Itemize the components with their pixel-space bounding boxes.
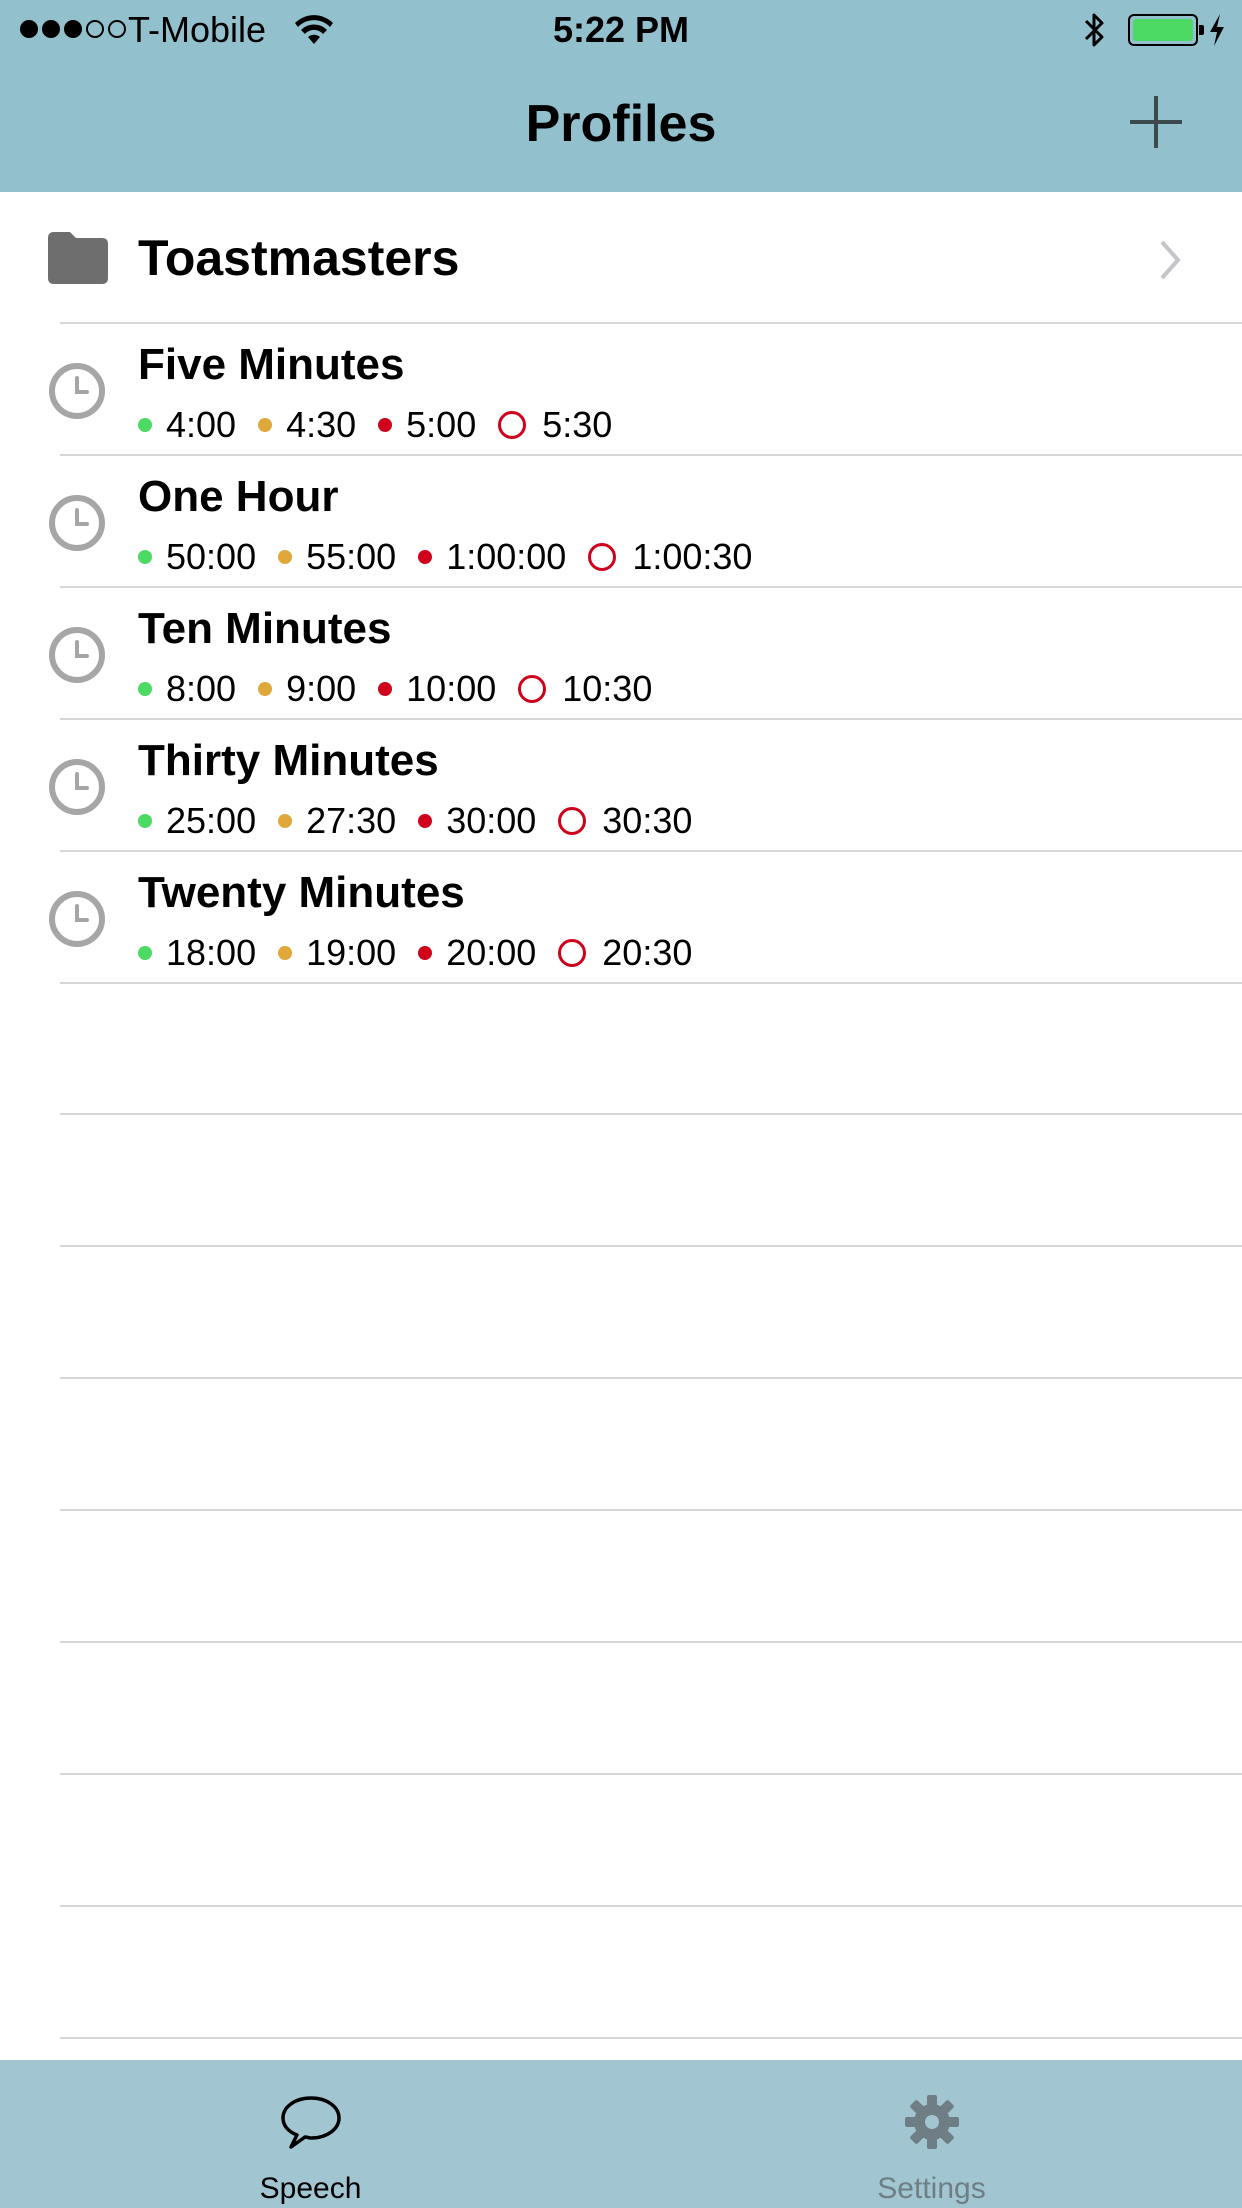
profile-name: One Hour [138,472,339,521]
divider [60,1377,1242,1379]
clock-icon [49,891,105,947]
battery-icon [1128,14,1204,46]
time-value: 25:00 [166,800,257,841]
yellow-marker [278,550,293,564]
profile-times: 25:00 27:30 30:00 30:30 [138,799,714,843]
clock-icon [49,627,105,683]
charging-bolt-icon [1210,14,1224,46]
yellow-marker [278,814,293,828]
time-value: 50:00 [166,536,257,577]
yellow-marker [258,418,273,432]
divider [60,1245,1242,1247]
profile-name: Twenty Minutes [138,868,465,917]
tab-speech[interactable]: Speech [0,2060,621,2208]
folder-icon [48,232,108,284]
clock-icon [49,495,105,551]
time-value: 4:00 [166,404,237,445]
profile-row[interactable]: Twenty Minutes 18:00 19:00 20:00 20:30 [0,851,1242,984]
time-value: 30:30 [602,800,693,841]
time-value: 19:00 [306,932,397,973]
time-value: 4:30 [286,404,357,445]
time-value: 30:00 [446,800,537,841]
time-value: 55:00 [306,536,397,577]
divider [60,1509,1242,1511]
overtime-marker [588,543,617,571]
plus-icon [1130,96,1182,148]
folder-row-toastmasters[interactable]: Toastmasters [0,192,1242,323]
chevron-right-icon [1160,240,1181,280]
tab-speech-label: Speech [259,2172,362,2205]
divider [60,1773,1242,1775]
time-value: 20:30 [602,932,693,973]
red-marker [418,814,433,828]
time-value: 10:00 [406,668,497,709]
tab-settings[interactable]: Settings [621,2060,1242,2208]
red-marker [378,418,393,432]
clock-icon [49,759,105,815]
profile-times: 50:00 55:00 1:00:00 1:00:30 [138,535,774,579]
overtime-marker [518,675,547,703]
profile-name: Thirty Minutes [138,736,439,785]
page-title: Profiles [525,95,717,153]
divider [60,1113,1242,1115]
profile-row[interactable]: Ten Minutes 8:00 9:00 10:00 10:30 [0,587,1242,720]
time-value: 1:00:30 [632,536,753,577]
green-marker [138,682,152,696]
green-marker [138,814,152,828]
overtime-marker [498,411,527,439]
bluetooth-icon [1084,13,1104,47]
time-value: 10:30 [562,668,653,709]
overtime-marker [558,807,587,835]
navigation-header: T-Mobile 5:22 PM Profiles [0,0,1242,192]
divider [60,1641,1242,1643]
add-profile-button[interactable] [1128,94,1184,150]
time-value: 20:00 [446,932,537,973]
green-marker [138,946,152,960]
red-marker [418,946,433,960]
profile-times: 8:00 9:00 10:00 10:30 [138,667,674,711]
profile-row[interactable]: One Hour 50:00 55:00 1:00:00 1:00:30 [0,455,1242,588]
status-bar: T-Mobile 5:22 PM [0,0,1242,60]
status-time: 5:22 PM [552,9,690,50]
tab-settings-label: Settings [877,2172,986,2205]
divider [60,2037,1242,2039]
time-value: 8:00 [166,668,237,709]
time-value: 5:00 [406,404,477,445]
yellow-marker [258,682,273,696]
divider [60,1905,1242,1907]
time-value: 27:30 [306,800,397,841]
time-value: 1:00:00 [446,536,567,577]
overtime-marker [558,939,587,967]
profiles-list: Toastmasters Five Minutes 4:00 4:30 5:00 5:3… [0,192,1242,984]
time-value: 5:30 [542,404,613,445]
red-marker [418,550,433,564]
green-marker [138,550,152,564]
tab-bar: Speech Settings [0,2060,1242,2208]
clock-icon [49,363,105,419]
folder-label: Toastmasters [138,230,460,286]
profile-name: Five Minutes [138,340,405,389]
time-value: 18:00 [166,932,257,973]
profile-row[interactable]: Five Minutes 4:00 4:30 5:00 5:30 [0,323,1242,456]
time-value: 9:00 [286,668,357,709]
profile-times: 4:00 4:30 5:00 5:30 [138,403,634,447]
speech-bubble-icon [280,2096,341,2149]
green-marker [138,418,152,432]
profile-row[interactable]: Thirty Minutes 25:00 27:30 30:00 30:30 [0,719,1242,852]
gear-icon [904,2095,959,2149]
yellow-marker [278,946,293,960]
red-marker [378,682,393,696]
battery-level [1133,19,1193,41]
divider [60,982,1242,984]
profile-name: Ten Minutes [138,604,392,653]
profile-times: 18:00 19:00 20:00 20:30 [138,931,714,975]
